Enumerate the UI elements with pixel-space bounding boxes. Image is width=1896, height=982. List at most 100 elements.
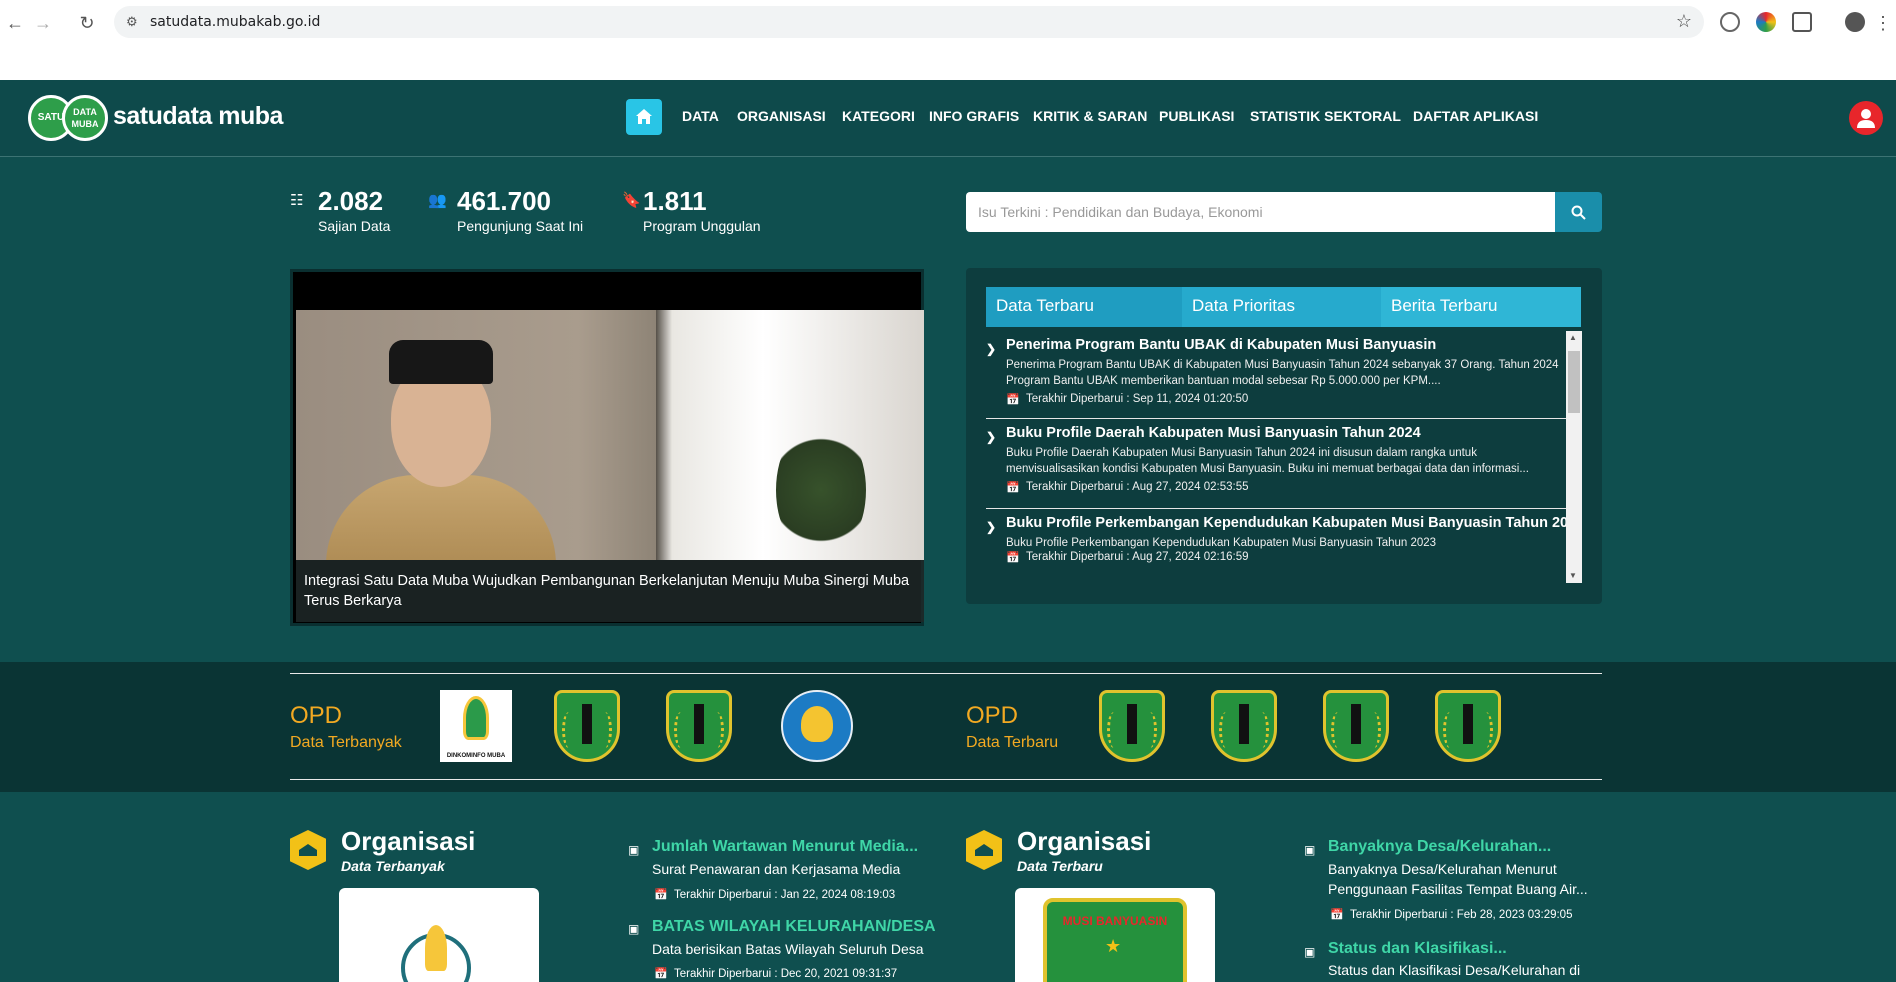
dataset-title[interactable]: BATAS WILAYAH KELURAHAN/DESA [652,918,936,936]
opd-band [0,662,1896,792]
tab-panel: Data Terbaru Data Prioritas Berita Terba… [966,268,1602,604]
org-right-title: Organisasi [1017,826,1152,856]
dataset-desc: Banyaknya Desa/Kelurahan Menurut Penggun… [1328,861,1588,897]
dataset-title[interactable]: Banyaknya Desa/Kelurahan... [1328,838,1551,856]
news-desc: Buku Profile Perkembangan Kependudukan K… [1006,537,1437,549]
stat-pengunjung-value: 461.700 [457,186,551,216]
tab-data-prioritas[interactable]: Data Prioritas [1182,287,1381,327]
list-item[interactable]: ❯ Buku Profile Daerah Kabupaten Musi Ban… [986,425,1568,509]
scroll-down-icon[interactable]: ▼ [1569,571,1577,580]
search-button[interactable] [1555,192,1602,232]
news-desc: Penerima Program Bantu UBAK di Kabupaten… [1006,359,1559,387]
reload-icon[interactable]: ↻ [76,12,98,34]
calendar-icon: 📅 [1006,394,1020,406]
plant-shape [776,420,866,560]
logo[interactable]: SATU DATA MUBA [28,95,108,143]
news-scrollbar[interactable]: ▲ ▼ [1566,331,1582,583]
divider [290,779,1602,780]
nav-publikasi[interactable]: PUBLIKASI [1159,108,1234,124]
nav-statistik-sektoral[interactable]: STATISTIK SEKTORAL [1250,108,1401,124]
scroll-thumb[interactable] [1568,351,1580,413]
color-extension-icon[interactable] [1756,12,1776,32]
tab-berita-terbaru[interactable]: Berita Terbaru [1381,287,1581,327]
dinkominfo-logo[interactable]: DINKOMINFO MUBA [440,690,512,762]
bookmark-star-icon[interactable]: ☆ [1676,11,1692,32]
opd-right-title: OPD [966,702,1019,729]
shield-icon [1211,690,1277,762]
org-card-text: MUSI BANYUASIN [1062,914,1168,928]
site-settings-icon[interactable]: ⚙ [126,14,138,30]
shield-icon [554,690,620,762]
muba-shield-logo[interactable] [554,690,626,762]
dataset-icon: ▣ [628,922,640,936]
nav-organisasi[interactable]: ORGANISASI [737,108,826,124]
news-title[interactable]: Penerima Program Bantu UBAK di Kabupaten… [1006,337,1436,353]
muba-shield-logo[interactable] [1099,690,1171,762]
users-icon: 👥 [428,192,447,209]
shield-icon [1435,690,1501,762]
stat-program-value: 1.811 [643,186,707,216]
org-right-card[interactable]: MUSI BANYUASIN ★ [1015,888,1215,982]
shield-icon [666,690,732,762]
news-title[interactable]: Buku Profile Daerah Kabupaten Musi Banyu… [1006,425,1421,441]
tab-data-terbaru[interactable]: Data Terbaru [986,287,1182,327]
nav-data[interactable]: DATA [682,108,719,124]
dataset-desc: Data berisikan Batas Wilayah Seluruh Des… [652,941,924,957]
dataset-desc: Surat Penawaran dan Kerjasama Media [652,861,901,877]
organisasi-icon [290,830,326,870]
nav-daftar-aplikasi[interactable]: DAFTAR APLIKASI [1413,108,1538,124]
tut-wuri-handayani-logo[interactable] [781,690,853,762]
search-icon [1571,205,1586,220]
list-item[interactable]: ❯ Buku Profile Perkembangan Kependudukan… [986,515,1568,583]
divider [290,673,1602,674]
org-left-title: Organisasi [341,826,476,856]
news-desc: Buku Profile Daerah Kabupaten Musi Banyu… [1006,447,1529,475]
org-left-card[interactable] [339,888,539,982]
shield-icon: MUSI BANYUASIN ★ [1043,898,1187,982]
url-text: satudata.mubakab.go.id [150,14,321,30]
profile-avatar-icon[interactable] [1845,12,1865,32]
muba-shield-logo[interactable] [1211,690,1283,762]
scroll-up-icon[interactable]: ▲ [1569,333,1577,342]
dinkominfo-label: DINKOMINFO MUBA [446,753,506,759]
list-icon: ☷ [290,192,304,209]
extension-icon[interactable] [1720,12,1740,32]
video-player[interactable]: Integrasi Satu Data Muba Wujudkan Pemban… [290,269,924,626]
calendar-icon: 📅 [1330,909,1344,921]
logo-data-text: DATA [73,107,97,117]
back-arrow-icon[interactable]: ← [4,12,26,34]
list-item[interactable]: ❯ Penerima Program Bantu UBAK di Kabupat… [986,337,1568,419]
nav-kritik-saran[interactable]: KRITIK & SARAN [1033,108,1147,124]
search-input[interactable] [966,192,1555,232]
dataset-date: Terakhir Diperbarui : Jan 22, 2024 08:19… [674,889,896,901]
forward-arrow-icon[interactable]: → [32,12,54,34]
logo-text[interactable]: satudata muba [113,102,283,131]
shield-icon [1099,690,1165,762]
muba-shield-logo[interactable] [666,690,738,762]
dataset-date: Terakhir Diperbarui : Feb 28, 2023 03:29… [1350,909,1573,921]
home-button[interactable] [626,99,662,135]
dataset-title[interactable]: Jumlah Wartawan Menurut Media... [652,838,918,856]
muba-shield-logo[interactable] [1435,690,1507,762]
browser-menu-icon[interactable]: ⋮ [1872,12,1894,34]
user-login-button[interactable] [1849,101,1883,135]
nav-kategori[interactable]: KATEGORI [842,108,915,124]
home-icon [636,109,652,124]
org-left-sub: Data Terbanyak [341,858,445,874]
blank-strip [0,44,1896,80]
puzzle-extension-icon[interactable] [1792,12,1812,32]
dataset-title[interactable]: Status dan Klasifikasi... [1328,940,1507,958]
muba-shield-logo[interactable] [1323,690,1395,762]
person-cap [389,340,493,384]
calendar-icon: 📅 [1006,482,1020,494]
news-title[interactable]: Buku Profile Perkembangan Kependudukan K… [1006,515,1568,531]
stat-pengunjung-label: Pengunjung Saat Ini [457,218,584,234]
chevron-right-icon: ❯ [986,430,997,444]
logo-muba-text: MUBA [71,119,99,129]
opd-left-sub: Data Terbanyak [290,734,402,751]
dataset-date: Terakhir Diperbarui : Dec 20, 2021 09:31… [674,968,898,980]
address-bar[interactable]: ⚙ satudata.mubakab.go.id ☆ [114,6,1704,38]
video-thumbnail [296,310,924,560]
nav-info-grafis[interactable]: INFO GRAFIS [929,108,1019,124]
chevron-right-icon: ❯ [986,520,997,534]
